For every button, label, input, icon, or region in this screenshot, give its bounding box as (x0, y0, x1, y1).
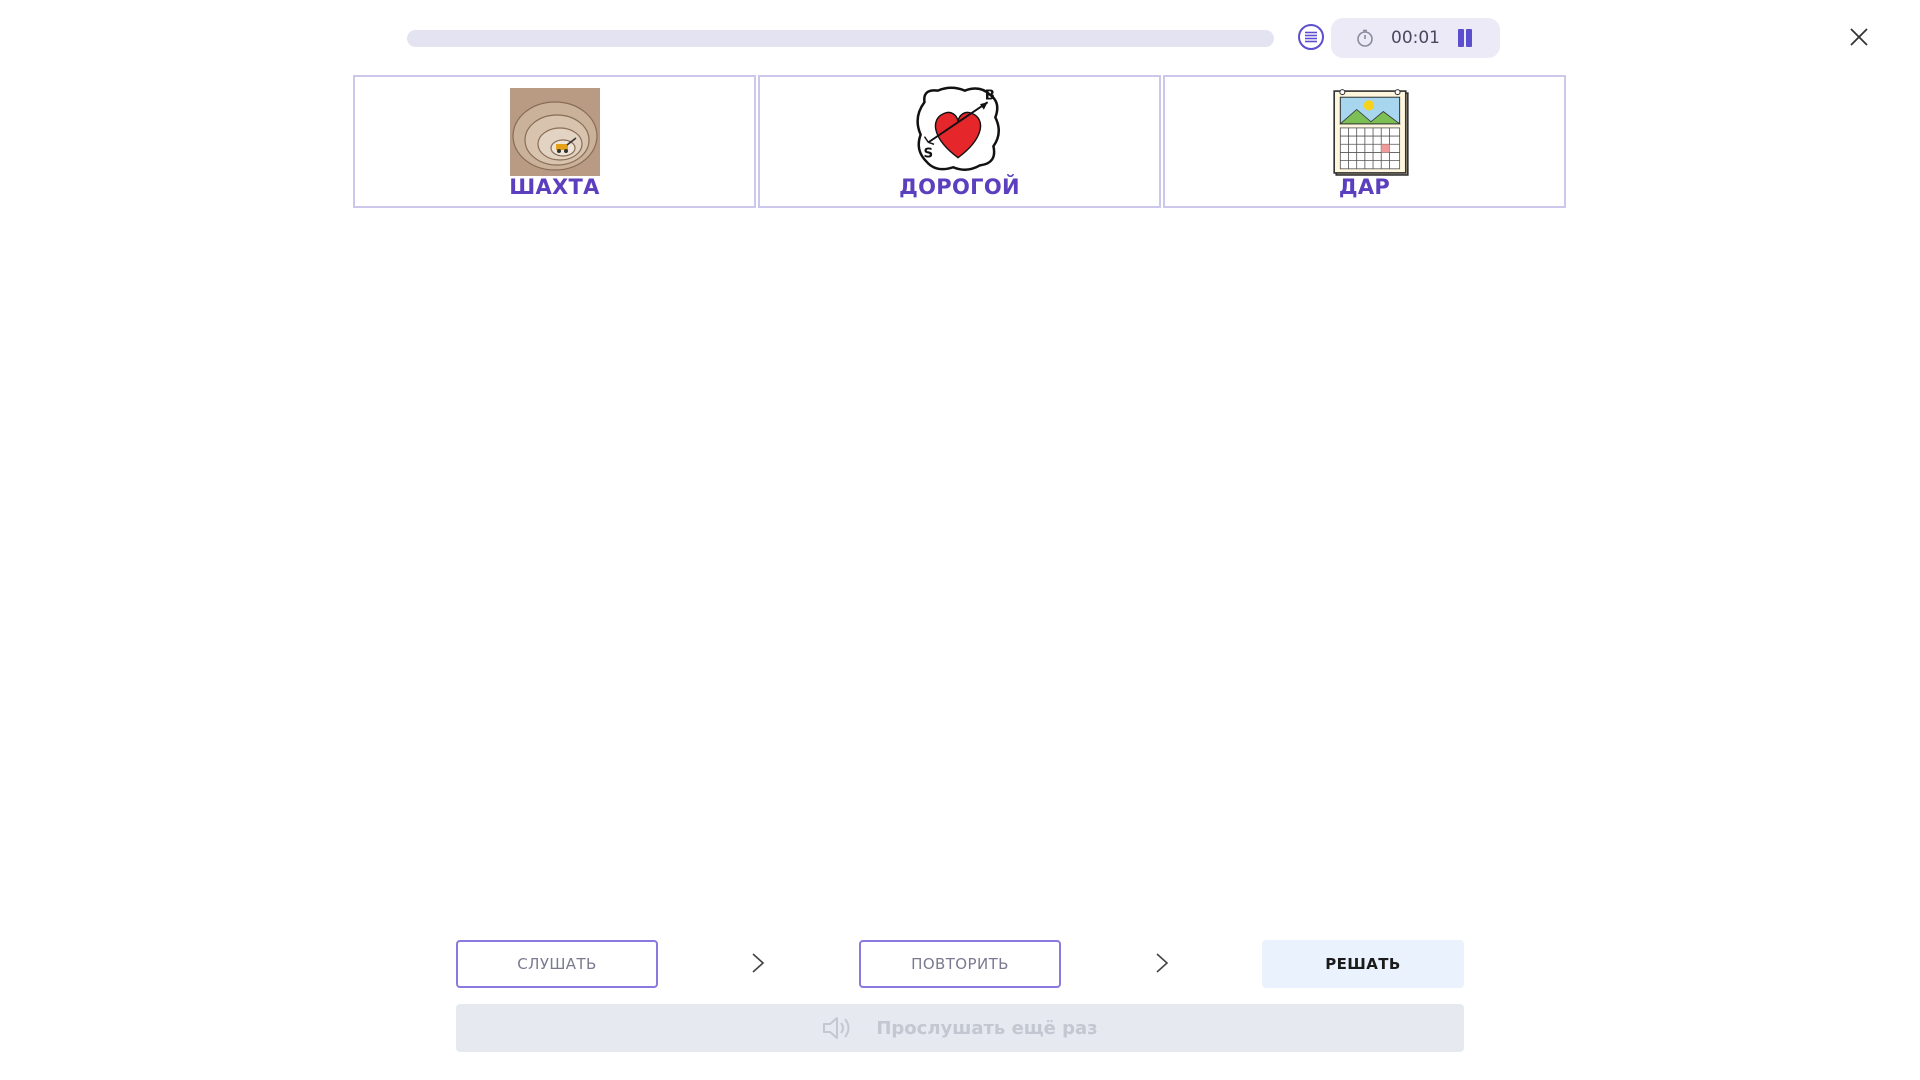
progress-bar (407, 30, 1274, 47)
chevron-right-icon (1156, 953, 1169, 973)
repeat-step-button[interactable]: ПОВТОРИТЬ (859, 940, 1061, 988)
word-card-mine[interactable]: ШАХТА (353, 75, 756, 208)
task-list-button[interactable] (1298, 24, 1324, 50)
timer-panel: 00:01 (1331, 18, 1500, 58)
word-card-dear[interactable]: B S ДОРОГОЙ (758, 75, 1161, 208)
list-icon (1305, 31, 1317, 43)
close-button[interactable] (1847, 25, 1871, 49)
pause-icon-bar-right (1466, 29, 1472, 47)
letter-s: S (924, 147, 934, 162)
letter-b: B (985, 88, 995, 103)
listen-again-button[interactable]: Прослушать ещё раз (456, 1004, 1464, 1052)
calendar-icon (1333, 89, 1409, 176)
pause-button[interactable] (1456, 29, 1474, 47)
word-label: ШАХТА (509, 175, 600, 199)
close-icon (1850, 28, 1868, 46)
solve-step-button[interactable]: РЕШАТЬ (1262, 940, 1464, 988)
heart-arrow-icon: B S (916, 86, 1000, 171)
word-card-gift[interactable]: ДАР (1163, 75, 1566, 208)
stopwatch-icon (1357, 29, 1373, 47)
timer-value: 00:01 (1391, 28, 1440, 48)
speaker-icon (823, 1017, 850, 1039)
pause-icon-bar-left (1458, 29, 1464, 47)
word-label: ДАР (1338, 175, 1391, 199)
quarry-mine-icon (510, 88, 600, 176)
listen-step-button[interactable]: СЛУШАТЬ (456, 940, 658, 988)
listen-again-label: Прослушать ещё раз (876, 1017, 1098, 1039)
chevron-right-icon (752, 953, 765, 973)
word-label: ДОРОГОЙ (899, 175, 1020, 199)
